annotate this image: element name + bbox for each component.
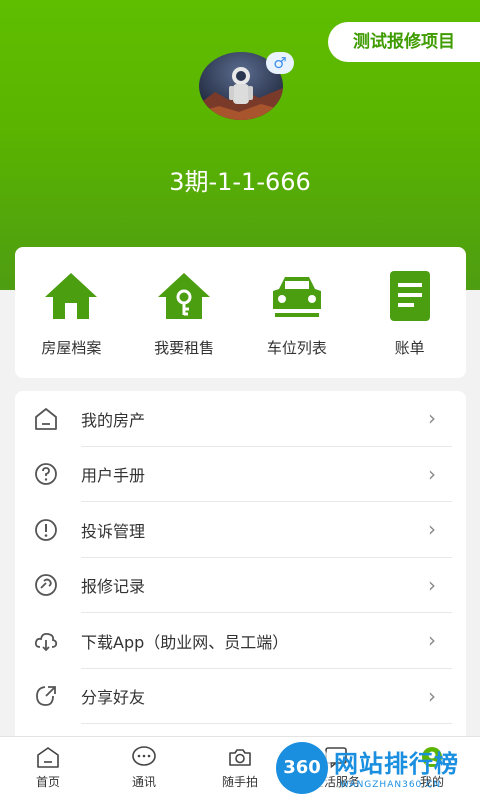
menu-item-complaints[interactable]: 投诉管理 › xyxy=(15,502,466,558)
chevron-right-icon: › xyxy=(428,628,436,652)
quick-action-bill[interactable]: 账单 xyxy=(360,269,460,358)
tab-label: 首页 xyxy=(35,775,60,789)
quick-action-label: 账单 xyxy=(394,339,425,357)
menu-item-share-friends[interactable]: 分享好友 › xyxy=(15,669,466,725)
quick-action-label: 房屋档案 xyxy=(41,339,102,357)
tab-snapshot[interactable]: 随手拍 xyxy=(192,737,288,800)
quick-actions-card: 房屋档案 我要租售 车位列表 账单 xyxy=(15,247,466,378)
menu-item-label: 投诉管理 xyxy=(81,521,146,541)
chevron-right-icon: › xyxy=(428,461,436,486)
menu-item-my-property[interactable]: 我的房产 › xyxy=(15,391,466,447)
tab-contacts[interactable]: 通讯 xyxy=(96,737,192,800)
cloud-download-icon xyxy=(34,632,58,652)
menu-item-user-manual[interactable]: 用户手册 › xyxy=(15,447,466,503)
chat-tab-icon xyxy=(132,746,156,766)
share-icon xyxy=(36,686,56,707)
alert-circle-icon xyxy=(35,518,57,541)
room-id: 3期-1-1-666 xyxy=(169,168,311,196)
settings-menu: 我的房产 › 用户手册 › 投诉管理 › 报修记录 › 下载App（助业网、员工… xyxy=(15,391,466,741)
help-circle-icon xyxy=(35,463,57,486)
menu-item-label: 报修记录 xyxy=(81,577,146,597)
bill-icon xyxy=(389,271,430,321)
site-watermark: 360 网站排行榜 WANGZHAN360.CN xyxy=(276,740,480,798)
wrench-circle-icon xyxy=(35,574,57,597)
chevron-right-icon: › xyxy=(428,517,436,541)
menu-item-repair-records[interactable]: 报修记录 › xyxy=(15,558,466,614)
quick-action-label: 车位列表 xyxy=(266,339,327,357)
menu-item-label: 分享好友 xyxy=(81,688,146,708)
quick-action-house-archive[interactable]: 房屋档案 xyxy=(21,269,121,358)
tab-label: 通讯 xyxy=(131,775,156,789)
watermark-url: WANGZHAN360.CN xyxy=(340,780,442,790)
house-icon xyxy=(45,273,98,319)
quick-action-label: 我要租售 xyxy=(154,339,215,357)
home-tab-icon xyxy=(37,747,59,768)
house-key-icon xyxy=(158,273,211,319)
watermark-text: 网站排行榜 xyxy=(334,750,459,778)
menu-item-label: 下载App（助业网、员工端） xyxy=(81,632,289,652)
tab-home[interactable]: 首页 xyxy=(0,737,96,800)
menu-item-label: 我的房产 xyxy=(81,410,146,430)
watermark-360-badge: 360 xyxy=(276,742,328,794)
menu-item-download-app[interactable]: 下载App（助业网、员工端） › xyxy=(15,613,466,669)
chevron-right-icon: › xyxy=(428,572,436,597)
quick-action-rent-sell[interactable]: 我要租售 xyxy=(134,269,234,358)
gender-male-icon: ♂ xyxy=(266,52,294,74)
camera-tab-icon xyxy=(229,749,251,766)
project-switch-button[interactable]: 测试报修项目 xyxy=(328,22,480,62)
chevron-right-icon: › xyxy=(428,406,436,430)
car-icon xyxy=(272,277,321,317)
home-outline-icon xyxy=(35,407,57,430)
tab-label: 随手拍 xyxy=(221,775,258,789)
quick-action-parking-list[interactable]: 车位列表 xyxy=(247,269,347,358)
chevron-right-icon: › xyxy=(428,683,436,708)
menu-item-label: 用户手册 xyxy=(81,466,146,486)
